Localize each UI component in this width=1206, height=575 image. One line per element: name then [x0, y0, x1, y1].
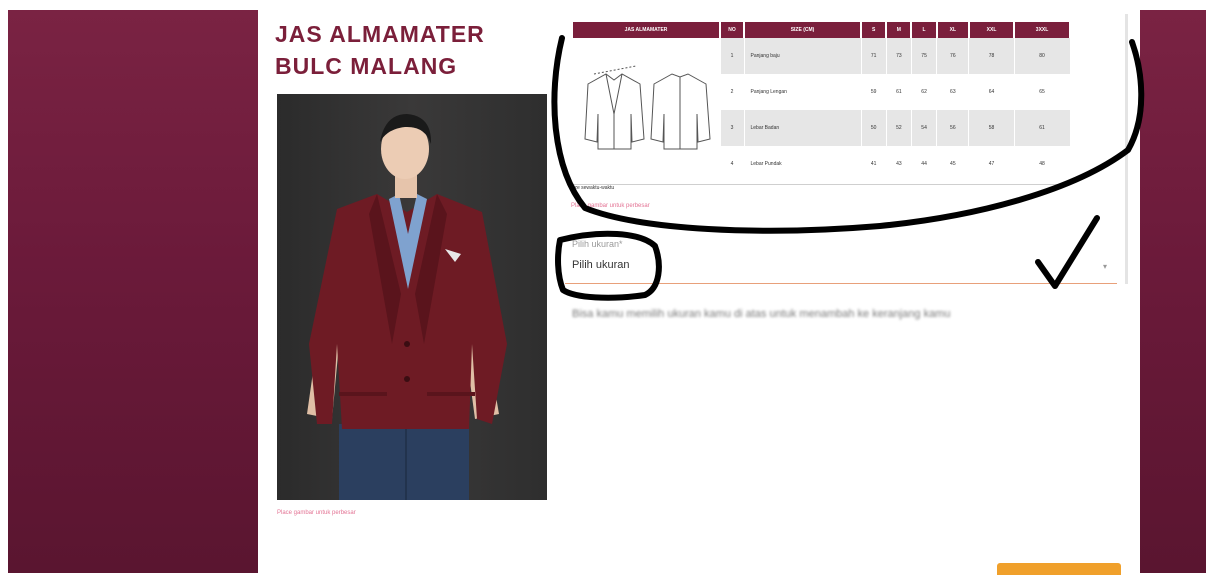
model-wearing-jacket-image	[307, 114, 507, 500]
size-chart-header-3xxl: 3XXL	[1014, 22, 1071, 38]
cell-m: 52	[886, 110, 912, 146]
size-chart-header-xl: XL	[936, 22, 970, 38]
cell-xl: 76	[936, 38, 970, 74]
cell-s: 59	[861, 74, 887, 110]
row-label: Panjang baju	[744, 38, 862, 74]
cell-xxl: 47	[968, 146, 1015, 182]
cell-3xxl: 61	[1014, 110, 1071, 146]
size-chart-table[interactable]: JAS ALMAMATER NO SIZE (CM) S M L XL XXL …	[573, 22, 1071, 185]
cell-l: 75	[911, 38, 938, 74]
cell-xxl: 58	[968, 110, 1015, 146]
right-background-panel	[1140, 10, 1206, 573]
cell-3xxl: 48	[1014, 146, 1071, 182]
cell-l: 54	[911, 110, 938, 146]
jacket-illustration	[573, 38, 721, 182]
size-chart-header-l: L	[911, 22, 938, 38]
size-select-underline	[565, 283, 1117, 284]
cell-m: 73	[886, 38, 912, 74]
add-to-cart-button[interactable]	[997, 563, 1121, 575]
size-chart-header-xxl: XXL	[968, 22, 1016, 38]
row-label: Lebar Pundak	[744, 146, 862, 182]
row-label: Lebar Badan	[744, 110, 862, 146]
row-no: 4	[720, 146, 745, 182]
size-notice-text: Bisa kamu memilih ukuran kamu di atas un…	[572, 308, 951, 320]
chevron-down-icon[interactable]: ▾	[1103, 262, 1107, 271]
chart-zoom-hint[interactable]: Place gambar untuk perbesar	[571, 203, 650, 209]
cell-xl: 63	[936, 74, 970, 110]
cell-s: 41	[861, 146, 887, 182]
cell-l: 44	[911, 146, 938, 182]
size-chart-header-s: S	[861, 22, 888, 38]
table-row: 1 Panjang baju 71 73 75 76 78 80	[573, 38, 1071, 182]
cell-xl: 56	[936, 110, 970, 146]
size-select-label: Pilih ukuran*	[572, 239, 623, 249]
cell-3xxl: 80	[1014, 38, 1071, 74]
row-no: 3	[720, 110, 745, 146]
size-chart-header-no: NO	[720, 22, 745, 38]
size-chart-note: Size sewaktu-waktu	[570, 185, 615, 191]
product-title: JAS ALMAMATER BULC MALANG	[275, 21, 485, 79]
cell-s: 50	[861, 110, 887, 146]
jacket-sketch-icon	[584, 65, 711, 150]
scrollbar[interactable]	[1125, 14, 1128, 284]
product-photo[interactable]	[277, 94, 547, 500]
size-chart-header-product: JAS ALMAMATER	[573, 22, 721, 38]
size-select[interactable]: Pilih ukuran	[572, 259, 629, 271]
left-background-panel	[8, 10, 258, 573]
top-strip	[0, 0, 1206, 10]
row-no: 1	[720, 38, 745, 74]
size-chart-header-m: M	[886, 22, 913, 38]
cell-xl: 45	[936, 146, 970, 182]
photo-zoom-hint[interactable]: Place gambar untuk perbesar	[277, 510, 356, 516]
cell-l: 62	[911, 74, 938, 110]
size-chart-header-size: SIZE (CM)	[744, 22, 862, 38]
cell-s: 71	[861, 38, 887, 74]
row-label: Panjang Lengan	[744, 74, 862, 110]
cell-m: 43	[886, 146, 912, 182]
cell-3xxl: 65	[1014, 74, 1071, 110]
cell-xxl: 78	[968, 38, 1015, 74]
row-no: 2	[720, 74, 745, 110]
cell-xxl: 64	[968, 74, 1015, 110]
cell-m: 61	[886, 74, 912, 110]
